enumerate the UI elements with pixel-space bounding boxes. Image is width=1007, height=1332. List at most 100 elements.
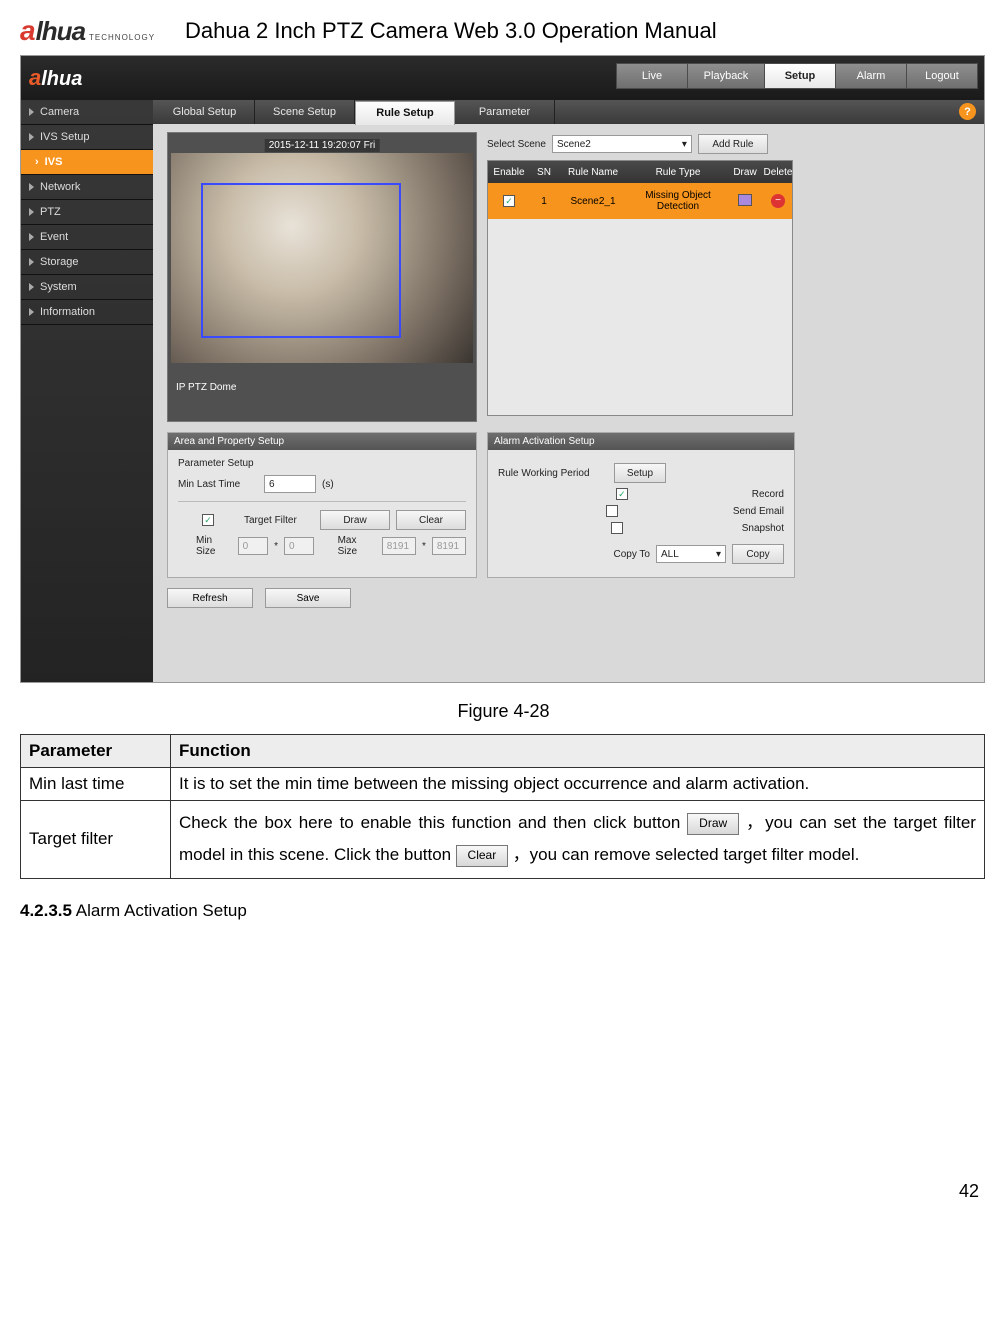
select-scene-dropdown[interactable]: Scene2▾ (552, 135, 692, 153)
target-filter-checkbox[interactable] (202, 514, 214, 526)
caret-icon (29, 208, 34, 216)
app-header: a lhua Live Playback Setup Alarm Logout (21, 56, 984, 100)
add-rule-button[interactable]: Add Rule (698, 134, 768, 154)
max-size-label: Max Size (338, 535, 376, 557)
parameter-setup-label: Parameter Setup (178, 458, 466, 469)
save-button[interactable]: Save (265, 588, 351, 608)
max-size-h-input[interactable]: 8191 (432, 537, 466, 555)
chevron-down-icon: ▾ (682, 139, 687, 150)
record-checkbox[interactable] (616, 488, 628, 500)
copy-button[interactable]: Copy (732, 544, 784, 564)
min-size-h-input[interactable]: 0 (284, 537, 314, 555)
table-row: Min last time It is to set the min time … (21, 768, 985, 801)
caret-icon (29, 283, 34, 291)
clear-inline-button: Clear (456, 845, 508, 867)
tab-live[interactable]: Live (616, 63, 688, 89)
email-checkbox[interactable] (606, 505, 618, 517)
subtab-rule[interactable]: Rule Setup (355, 101, 455, 125)
caret-icon (29, 108, 34, 116)
chevron-down-icon: ▾ (716, 549, 721, 560)
sidebar-item-camera[interactable]: Camera (21, 100, 153, 125)
copy-to-dropdown[interactable]: ALL▾ (656, 545, 726, 563)
sidebar-item-system[interactable]: System (21, 275, 153, 300)
th-delete: Delete (762, 167, 794, 178)
th-function: Function (171, 735, 985, 768)
enable-checkbox[interactable] (503, 195, 515, 207)
sidebar-item-event[interactable]: Event (21, 225, 153, 250)
email-label: Send Email (733, 506, 784, 517)
draw-button[interactable]: Draw (320, 510, 390, 530)
subtab-global[interactable]: Global Setup (155, 100, 255, 124)
cell-func: It is to set the min time between the mi… (171, 768, 985, 801)
draw-icon[interactable] (738, 194, 752, 206)
cell-type: Missing Object Detection (628, 190, 728, 212)
max-size-w-input[interactable]: 8191 (382, 537, 416, 555)
rule-working-label: Rule Working Period (498, 468, 608, 479)
help-icon[interactable]: ? (959, 103, 976, 120)
sidebar-item-ptz[interactable]: PTZ (21, 200, 153, 225)
detection-rect (201, 183, 401, 338)
doc-title: Dahua 2 Inch PTZ Camera Web 3.0 Operatio… (185, 18, 717, 44)
min-size-w-input[interactable]: 0 (238, 537, 268, 555)
delete-icon[interactable]: − (771, 194, 785, 208)
th-draw: Draw (728, 167, 762, 178)
page-number: 42 (20, 1181, 987, 1202)
subtab-scene[interactable]: Scene Setup (255, 100, 355, 124)
table-row[interactable]: 1 Scene2_1 Missing Object Detection − (488, 183, 792, 219)
th-type: Rule Type (628, 167, 728, 178)
cell-func: Check the box here to enable this functi… (171, 801, 985, 879)
doc-header: a lhua TECHNOLOGY Dahua 2 Inch PTZ Camer… (20, 15, 987, 47)
rule-table: Enable SN Rule Name Rule Type Draw Delet… (487, 160, 793, 416)
tab-playback[interactable]: Playback (687, 63, 765, 89)
clear-button[interactable]: Clear (396, 510, 466, 530)
rules-panel: Select Scene Scene2▾ Add Rule Enable SN … (487, 132, 795, 422)
main-content: Global Setup Scene Setup Rule Setup Para… (153, 100, 984, 683)
video-preview: 2015-12-11 19:20:07 Fri IP PTZ Dome (167, 132, 477, 422)
parameter-table: Parameter Function Min last time It is t… (20, 734, 985, 879)
sidebar-item-ivs[interactable]: ›IVS (21, 150, 153, 175)
min-last-time-label: Min Last Time (178, 479, 258, 490)
video-frame (171, 153, 473, 363)
video-timestamp: 2015-12-11 19:20:07 Fri (265, 139, 380, 152)
dahua-logo: a lhua TECHNOLOGY (20, 15, 155, 47)
tab-logout[interactable]: Logout (906, 63, 978, 89)
min-last-time-unit: (s) (322, 479, 334, 490)
cell-param: Min last time (21, 768, 171, 801)
min-last-time-input[interactable]: 6 (264, 475, 316, 493)
sidebar-item-storage[interactable]: Storage (21, 250, 153, 275)
app-logo: a lhua (29, 65, 82, 91)
th-enable: Enable (488, 167, 530, 178)
bottom-buttons: Refresh Save (153, 578, 984, 608)
alarm-activation-panel: Alarm Activation Setup Rule Working Peri… (487, 432, 795, 578)
section-number: 4.2.3.5 (20, 901, 72, 920)
caret-icon (29, 258, 34, 266)
logo-rest: lhua (36, 16, 85, 47)
cell-param: Target filter (21, 801, 171, 879)
sidebar: Camera IVS Setup ›IVS Network PTZ Event … (21, 100, 153, 683)
figure-caption: Figure 4-28 (20, 701, 987, 722)
cell-name: Scene2_1 (558, 196, 628, 207)
logo-letter-a: a (20, 15, 36, 47)
sidebar-item-ivs-setup[interactable]: IVS Setup (21, 125, 153, 150)
th-name: Rule Name (558, 167, 628, 178)
setup-button[interactable]: Setup (614, 463, 666, 483)
video-label: IP PTZ Dome (176, 382, 236, 393)
sub-tabs: Global Setup Scene Setup Rule Setup Para… (153, 100, 984, 124)
draw-inline-button: Draw (687, 813, 739, 835)
th-parameter: Parameter (21, 735, 171, 768)
sidebar-item-information[interactable]: Information (21, 300, 153, 325)
th-sn: SN (530, 167, 558, 178)
refresh-button[interactable]: Refresh (167, 588, 253, 608)
section-title: Alarm Activation Setup (76, 901, 247, 920)
logo-sub: TECHNOLOGY (89, 33, 155, 42)
screenshot-panel: a lhua Live Playback Setup Alarm Logout … (20, 55, 985, 683)
tab-alarm[interactable]: Alarm (835, 63, 907, 89)
sidebar-item-network[interactable]: Network (21, 175, 153, 200)
subtab-param[interactable]: Parameter (455, 100, 555, 124)
snapshot-label: Snapshot (742, 523, 784, 534)
caret-icon (29, 133, 34, 141)
table-header: Enable SN Rule Name Rule Type Draw Delet… (488, 161, 792, 183)
snapshot-checkbox[interactable] (611, 522, 623, 534)
tab-setup[interactable]: Setup (764, 63, 836, 89)
min-size-label: Min Size (196, 535, 232, 557)
